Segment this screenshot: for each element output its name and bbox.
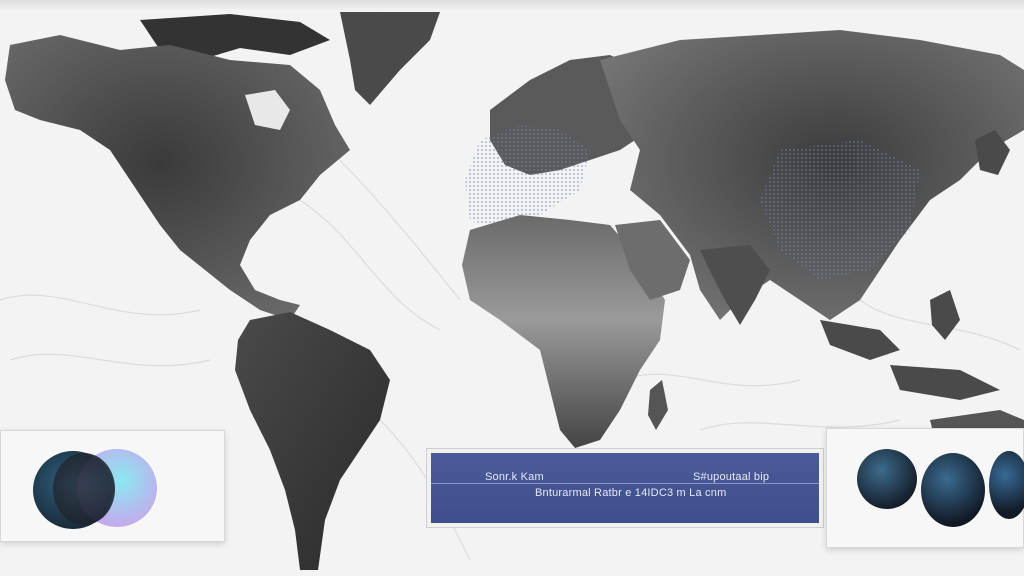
greenland[interactable] — [340, 12, 440, 105]
north-america[interactable] — [5, 35, 350, 320]
info-title: Sonr.k Kam — [485, 471, 544, 483]
top-frame-rail — [0, 0, 1024, 10]
madagascar[interactable] — [648, 380, 668, 430]
info-subtitle: Bnturarmal Ratbr e 14IDC3 m La cnm — [535, 487, 727, 499]
legend-panel-left[interactable] — [0, 430, 225, 542]
info-panel[interactable]: Sonr.k Kam S#upoutaal bip Bnturarmal Rat… — [426, 448, 824, 528]
info-right-label: S#upoutaal bip — [693, 471, 770, 483]
info-banner: Sonr.k Kam S#upoutaal bip Bnturarmal Rat… — [431, 453, 819, 523]
info-divider — [431, 483, 819, 484]
europe-highlight — [465, 125, 590, 230]
south-america[interactable] — [235, 312, 390, 570]
legend-panel-right[interactable] — [826, 428, 1024, 548]
